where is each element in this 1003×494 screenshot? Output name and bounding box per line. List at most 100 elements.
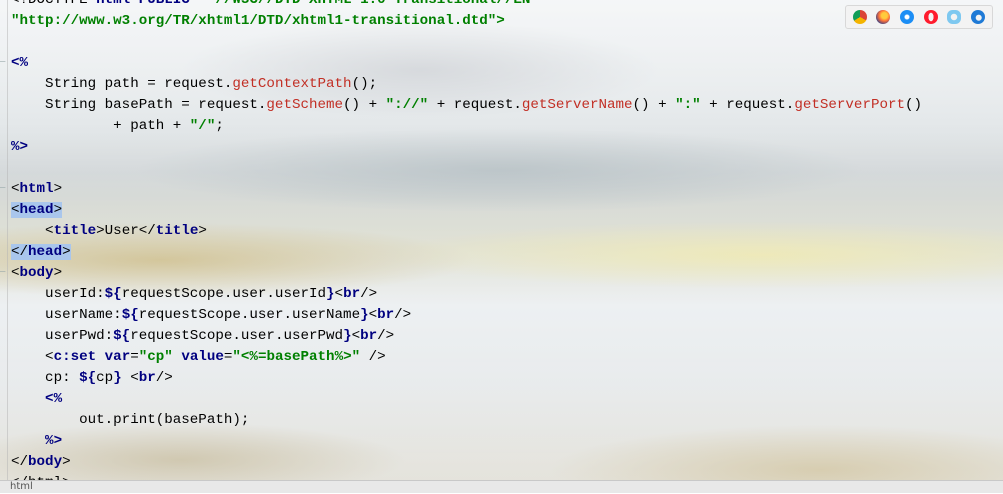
edge-icon[interactable]	[971, 10, 986, 24]
code-token: String path = request.	[11, 76, 233, 92]
code-token: PUBLIC	[130, 0, 199, 8]
firefox-icon[interactable]	[876, 10, 891, 24]
code-token: "cp"	[138, 349, 173, 365]
code-token: />	[155, 370, 173, 386]
ie-icon[interactable]	[947, 10, 962, 24]
code-token: userId:	[11, 286, 105, 302]
code-token: "://"	[385, 97, 429, 113]
code-token: value	[181, 349, 224, 365]
code-token: "http://www.w3.org/TR/xhtml1/DTD/xhtml1-…	[11, 13, 505, 29]
code-token: >	[53, 181, 63, 197]
code-line-12: <title>User</title>	[11, 221, 922, 242]
code-line-21: out.print(basePath);	[11, 410, 922, 431]
code-token: title	[155, 223, 199, 239]
code-token: + request.	[700, 97, 795, 113]
code-token: c:set	[53, 349, 97, 365]
code-token: <	[11, 181, 20, 197]
code-token: >	[53, 202, 63, 218]
code-token: () +	[343, 97, 386, 113]
code-line-23: </body>	[11, 452, 922, 473]
code-token: head	[19, 202, 54, 218]
code-token: <%	[11, 391, 63, 407]
code-token: %>	[11, 139, 29, 155]
breadcrumb: html	[10, 481, 33, 492]
code-token: "-//W3C//DTD XHTML 1.0 Transitional//EN"	[198, 0, 539, 8]
code-token: ${	[79, 370, 97, 386]
code-line-11: <head>	[11, 200, 922, 221]
code-token: </	[11, 454, 29, 470]
code-token: cp	[96, 370, 114, 386]
code-token: >User</	[96, 223, 156, 239]
code-token: />	[394, 307, 412, 323]
code-token: ()	[905, 97, 923, 113]
code-token: =	[130, 349, 139, 365]
code-token: %>	[11, 433, 63, 449]
fold-marker-icon[interactable]: –	[0, 57, 8, 67]
code-line-5: String path = request.getContextPath();	[11, 74, 922, 95]
code-token: <%	[11, 55, 29, 71]
code-line-6: String basePath = request.getScheme () + …	[11, 95, 922, 116]
opera-icon[interactable]	[923, 10, 938, 24]
code-token: "/"	[189, 118, 216, 134]
code-line-17: userPwd:${requestScope.user.userPwd}<br/…	[11, 326, 922, 347]
editor-gutter	[0, 0, 8, 493]
code-token: userName:	[11, 307, 122, 323]
code-token: >	[198, 223, 207, 239]
code-line-20: <%	[11, 389, 922, 410]
code-token: <	[351, 328, 361, 344]
code-line-4: <%	[11, 53, 922, 74]
browser-preview-toolbar	[845, 5, 993, 29]
code-token: out.print(basePath);	[11, 412, 250, 428]
code-token: head	[28, 244, 63, 260]
code-token: () +	[632, 97, 676, 113]
code-token: String basePath = request.	[11, 97, 267, 113]
code-token: <	[121, 370, 139, 386]
tag-highlight: </head>	[11, 244, 71, 260]
code-editor[interactable]: <!DOCTYPE html PUBLIC "-//W3C//DTD XHTML…	[11, 0, 922, 494]
code-token: getServerName	[521, 97, 633, 113]
code-token: br	[377, 307, 395, 323]
code-token: body	[28, 454, 63, 470]
code-token: requestScope.user.userPwd	[130, 328, 344, 344]
code-line-10: <html>	[11, 179, 922, 200]
code-token: ${	[113, 328, 131, 344]
code-token: <	[11, 202, 20, 218]
code-token: body	[19, 265, 54, 281]
chrome-icon[interactable]	[852, 10, 867, 24]
code-token: >	[53, 265, 63, 281]
code-token: requestScope.user.userName	[138, 307, 361, 323]
code-token: <	[368, 307, 378, 323]
code-line-19: cp: ${cp} <br/>	[11, 368, 922, 389]
code-token: title	[53, 223, 97, 239]
code-token: getContextPath	[232, 76, 352, 92]
code-token: br	[138, 370, 156, 386]
code-token: requestScope.user.userId	[121, 286, 327, 302]
code-token: }	[326, 286, 335, 302]
tag-highlight: <head>	[11, 202, 63, 218]
code-token: br	[360, 328, 378, 344]
code-token: >	[62, 454, 71, 470]
status-bar: html	[0, 480, 1003, 493]
code-line-2: "http://www.w3.org/TR/xhtml1/DTD/xhtml1-…	[11, 11, 922, 32]
code-line-16: userName:${requestScope.user.userName}<b…	[11, 305, 922, 326]
code-token: />	[377, 328, 395, 344]
fold-marker-icon[interactable]: –	[0, 267, 8, 277]
code-token: + path +	[11, 118, 190, 134]
code-token: }	[343, 328, 352, 344]
fold-marker-icon[interactable]: –	[0, 183, 8, 193]
code-line-18: <c:set var="cp" value="<%=basePath%>" />	[11, 347, 922, 368]
code-token: }	[360, 307, 369, 323]
code-token: getServerPort	[794, 97, 906, 113]
code-token: />	[360, 349, 386, 365]
code-token: ${	[104, 286, 122, 302]
code-token: ;	[215, 118, 224, 134]
code-token: br	[343, 286, 361, 302]
code-token: >	[62, 244, 71, 260]
safari-icon[interactable]	[900, 10, 915, 24]
code-token: ();	[351, 76, 378, 92]
code-token: <	[11, 265, 20, 281]
code-token: "<%=basePath%>"	[232, 349, 361, 365]
code-line-15: userId:${requestScope.user.userId}<br/>	[11, 284, 922, 305]
